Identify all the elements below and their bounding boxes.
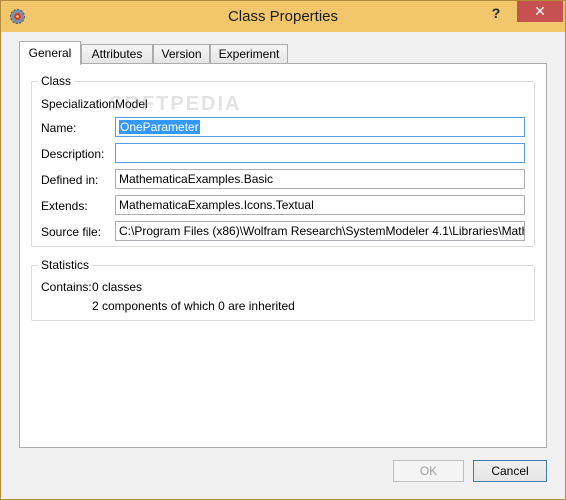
tab-attributes[interactable]: Attributes bbox=[81, 44, 153, 64]
tab-experiment[interactable]: Experiment bbox=[210, 44, 288, 64]
ok-button[interactable]: OK bbox=[393, 460, 464, 482]
cancel-button[interactable]: Cancel bbox=[473, 460, 547, 482]
name-field-value: OneParameter bbox=[119, 120, 200, 134]
title-bar[interactable]: Class Properties ? ✕ bbox=[1, 1, 565, 32]
source-file-field[interactable]: C:\Program Files (x86)\Wolfram Research\… bbox=[115, 221, 525, 241]
close-button[interactable]: ✕ bbox=[517, 1, 563, 22]
classes-count: 0 classes bbox=[92, 280, 143, 294]
class-group-title: Class bbox=[38, 74, 75, 88]
description-label: Description: bbox=[41, 147, 105, 161]
extends-field[interactable]: MathematicaExamples.Icons.Textual bbox=[115, 195, 525, 215]
close-icon: ✕ bbox=[534, 3, 546, 19]
window-title: Class Properties bbox=[227, 8, 339, 25]
defined-in-field[interactable]: MathematicaExamples.Basic bbox=[115, 169, 525, 189]
name-field[interactable]: OneParameter bbox=[115, 117, 525, 137]
statistics-group-title: Statistics bbox=[38, 258, 93, 272]
source-file-label: Source file: bbox=[41, 225, 102, 239]
tab-version[interactable]: Version bbox=[153, 44, 210, 64]
defined-in-label: Defined in: bbox=[41, 173, 99, 187]
name-label: Name: bbox=[41, 121, 77, 135]
specialization-label: Specialization: bbox=[41, 97, 119, 111]
class-properties-dialog: Class Properties ? ✕ General Attributes … bbox=[0, 0, 566, 500]
general-tab-panel: Class Specialization: Model Name: OnePar… bbox=[19, 63, 547, 448]
extends-label: Extends: bbox=[41, 199, 88, 213]
description-field[interactable] bbox=[115, 143, 525, 163]
tab-general[interactable]: General bbox=[19, 41, 81, 65]
help-icon: ? bbox=[491, 5, 501, 21]
specialization-value: Model bbox=[115, 97, 148, 111]
components-count: 2 components of which 0 are inherited bbox=[92, 299, 295, 313]
contains-label: Contains: bbox=[41, 280, 92, 294]
help-button[interactable]: ? bbox=[483, 3, 509, 23]
